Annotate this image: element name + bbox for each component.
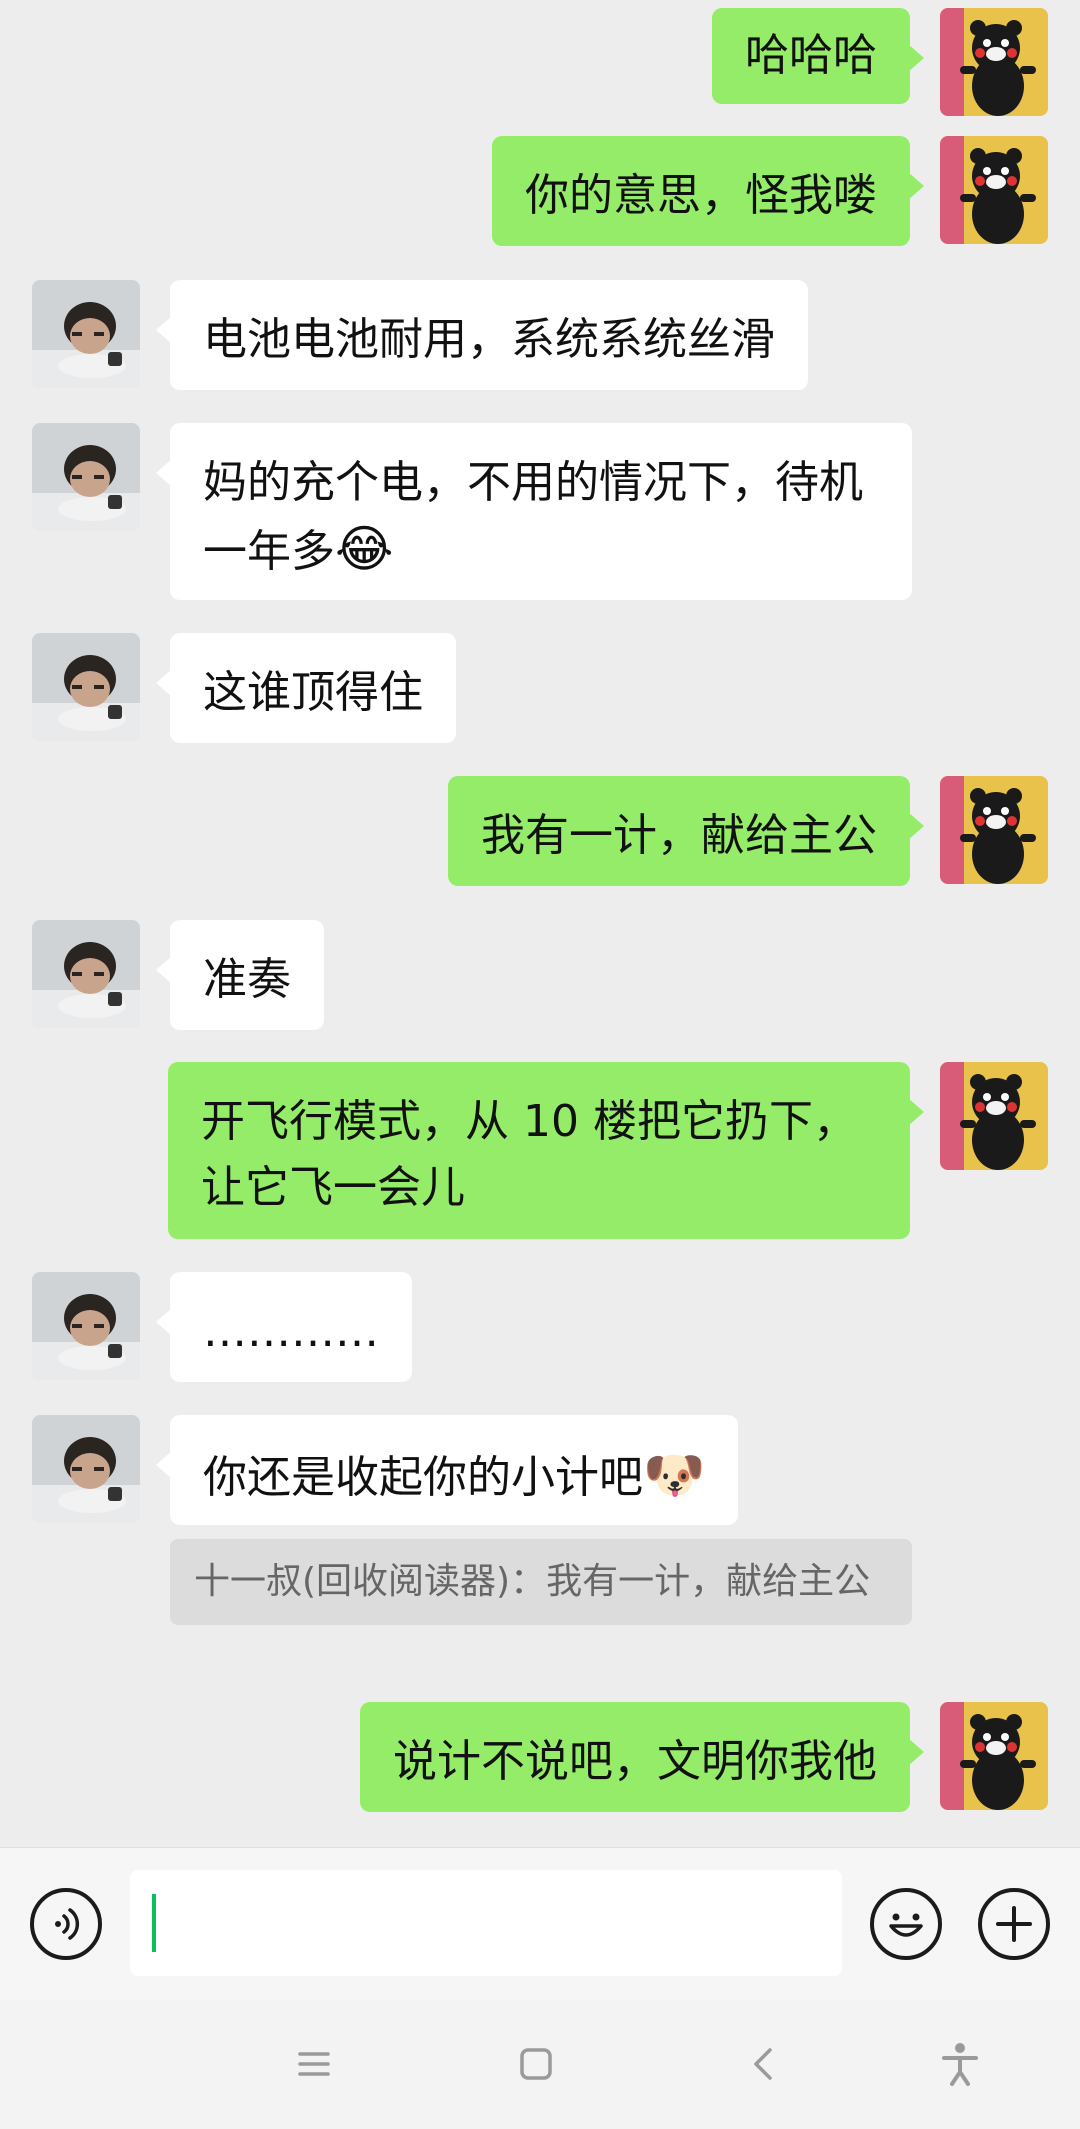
home-icon <box>520 2048 552 2080</box>
emoji-button[interactable] <box>870 1888 942 1960</box>
menu-button[interactable] <box>282 2032 346 2096</box>
my-avatar[interactable] <box>940 136 1048 244</box>
quoted-message[interactable]: 十一叔(回收阅读器)：我有一计，献给主公 <box>170 1539 912 1625</box>
message-input[interactable] <box>130 1870 842 1976</box>
contact-avatar[interactable] <box>32 633 140 741</box>
message-bubble-outgoing[interactable]: 你的意思，怪我喽 <box>492 136 924 246</box>
message-bubble-incoming[interactable]: 这谁顶得住 <box>156 633 456 743</box>
message-text: 你的意思，怪我喽 <box>525 170 877 221</box>
message-text: 说计不说吧，文明你我他 <box>393 1736 877 1787</box>
message-text: 你还是收起你的小计吧 <box>203 1452 643 1503</box>
my-avatar[interactable] <box>940 8 1048 116</box>
emoji-icon <box>889 1913 923 1937</box>
message-bubble-incoming[interactable]: 你还是收起你的小计吧🐶 <box>155 1415 739 1525</box>
contact-avatar[interactable] <box>32 1415 140 1523</box>
contact-avatar[interactable] <box>32 280 140 388</box>
home-button[interactable] <box>504 2032 568 2096</box>
message-bubble-incoming[interactable]: 电池电池耐用，系统系统丝滑 <box>156 280 808 390</box>
message-text: 开飞行模式，从 10 楼把它扔下，让它飞一会儿 <box>201 1096 857 1213</box>
message-text: 妈的充个电，不用的情况下，待机一年多 <box>203 457 863 577</box>
message-bubble-incoming[interactable]: 准奏 <box>156 920 324 1030</box>
contact-avatar[interactable] <box>32 920 140 1028</box>
my-avatar[interactable] <box>940 1702 1048 1810</box>
message-text: 我有一计，献给主公 <box>481 810 877 861</box>
message-text: ………… <box>203 1306 379 1357</box>
message-bubble-incoming[interactable]: ………… <box>156 1272 412 1382</box>
input-bar <box>0 1847 1080 2000</box>
message-text: 这谁顶得住 <box>203 667 423 718</box>
message-bubble-outgoing[interactable]: 我有一计，献给主公 <box>448 776 924 886</box>
more-actions-button[interactable] <box>978 1888 1050 1960</box>
menu-icon <box>298 2052 330 2076</box>
system-navigation-bar <box>0 2000 1080 2129</box>
message-bubble-outgoing[interactable]: 说计不说吧，文明你我他 <box>360 1702 924 1812</box>
text-cursor <box>152 1894 156 1952</box>
my-avatar[interactable] <box>940 1062 1048 1170</box>
message-text: 哈哈哈 <box>745 30 877 81</box>
contact-avatar[interactable] <box>32 423 140 531</box>
laughing-tears-emoji-icon: 😂 <box>335 520 394 578</box>
accessibility-button[interactable] <box>928 2032 992 2096</box>
message-bubble-incoming[interactable]: 妈的充个电，不用的情况下，待机一年多😂 <box>156 423 912 600</box>
message-text: 电池电池耐用，系统系统丝滑 <box>203 314 775 365</box>
plus-icon <box>996 1906 1032 1942</box>
message-text: 准奏 <box>203 954 291 1005</box>
contact-avatar[interactable] <box>32 1272 140 1380</box>
voice-button[interactable] <box>30 1888 102 1960</box>
accessibility-icon <box>942 2043 978 2086</box>
quoted-message-text: 十一叔(回收阅读器)：我有一计，献给主公 <box>194 1561 871 1602</box>
back-button[interactable] <box>732 2032 796 2096</box>
message-bubble-outgoing[interactable]: 哈哈哈 <box>712 8 924 104</box>
back-icon <box>754 2048 772 2080</box>
my-avatar[interactable] <box>940 776 1048 884</box>
chat-message-list[interactable]: 哈哈哈 你的意思，怪我喽 电池电池耐用，系统系统丝滑 妈的充个电，不用的情况下，… <box>0 0 1080 1847</box>
doge-emoji-icon: 🐶 <box>643 1446 706 1504</box>
voice-icon <box>55 1908 80 1940</box>
message-bubble-outgoing[interactable]: 开飞行模式，从 10 楼把它扔下，让它飞一会儿 <box>168 1062 924 1239</box>
